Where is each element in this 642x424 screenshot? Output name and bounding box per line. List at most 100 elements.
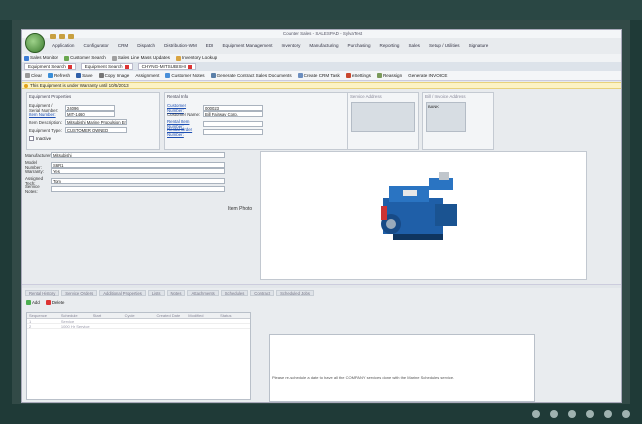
dropdown-quick-icon[interactable]: [68, 34, 74, 39]
bill-address-title: Bill / Invoice Address: [425, 94, 466, 99]
customer-notes-label: Customer Notes: [171, 72, 205, 78]
tab-equipment-detail[interactable]: CHYNG-MITSUBISHI: [137, 63, 197, 70]
reassign-button[interactable]: Reassign: [376, 72, 403, 79]
bill-address-box[interactable]: BANK: [426, 102, 466, 132]
equipment-type-select[interactable]: CUSTOMER OWNED: [65, 127, 127, 133]
generate-invoice-label: Generate INVOICE: [408, 73, 448, 78]
sales-monitor-link[interactable]: Sales Monitor: [24, 55, 58, 61]
clear-button[interactable]: Clear: [25, 72, 42, 79]
app-menu-orb-icon[interactable]: [25, 33, 45, 53]
menu-application[interactable]: Application: [52, 43, 74, 48]
item-photo-frame[interactable]: [260, 151, 587, 280]
warranty-field[interactable]: Yes: [51, 168, 225, 174]
tab-additional-properties[interactable]: Additional Properties: [99, 290, 146, 296]
tab-label: Equipment Search: [84, 63, 123, 69]
menu-sales[interactable]: Sales: [408, 43, 420, 48]
fit-icon[interactable]: [568, 410, 576, 418]
save-quick-icon[interactable]: [50, 34, 56, 39]
tab-equipment-search-2[interactable]: Equipment Search: [80, 63, 133, 70]
menu-distribution[interactable]: Distribution-WM: [164, 43, 197, 48]
inactive-label: Inactive: [36, 136, 52, 141]
customer-name-field[interactable]: Bill Fairway Corp.: [203, 111, 263, 117]
column-header[interactable]: Modified: [186, 313, 218, 318]
customer-search-link[interactable]: Customer Search: [64, 55, 106, 61]
menu-purchasing[interactable]: Purchasing: [348, 43, 371, 48]
item-number-field[interactable]: MIT-1460: [65, 111, 115, 117]
add-button[interactable]: Add: [26, 300, 40, 306]
tab-notes[interactable]: Notes: [166, 290, 186, 296]
settings-icon[interactable]: [622, 410, 630, 418]
inactive-checkbox[interactable]: [29, 136, 34, 141]
menu-dispatch[interactable]: Dispatch: [137, 43, 155, 48]
manufacturer-row: Manufacturer: Mitsubishi: [25, 152, 225, 158]
tab-attachments[interactable]: Attachments: [187, 290, 219, 296]
service-notes-field[interactable]: [51, 186, 225, 192]
column-header[interactable]: Start: [91, 313, 123, 318]
delete-button[interactable]: Delete: [45, 300, 65, 306]
menu-configurator[interactable]: Configurator: [83, 43, 108, 48]
rental-order-field[interactable]: [203, 129, 263, 135]
delete-label: Delete: [51, 300, 65, 305]
next-icon[interactable]: [550, 410, 558, 418]
item-number-link[interactable]: Item Number:: [29, 112, 63, 117]
inventory-lookup-link[interactable]: Inventory Lookup: [175, 55, 217, 61]
rental-order-link[interactable]: Rental Order Number:: [167, 127, 201, 137]
menu-manufacturing[interactable]: Manufacturing: [309, 43, 338, 48]
tab-contract[interactable]: Contract: [250, 290, 275, 296]
menu-crm[interactable]: CRM: [118, 43, 128, 48]
generate-invoice-button[interactable]: Generate INVOICE: [408, 73, 447, 78]
quick-links-bar: Sales Monitor Customer Search Sales Line…: [22, 54, 621, 62]
table-cell: 2: [29, 324, 32, 329]
contract-docs-button[interactable]: Generate Contract Sales Documents: [210, 73, 292, 79]
menu-edi[interactable]: EDI: [206, 43, 214, 48]
column-header[interactable]: Status: [218, 313, 250, 318]
menu-inventory[interactable]: Inventory: [282, 43, 301, 48]
tab-equipment-search-1[interactable]: Equipment Search: [24, 63, 76, 70]
menu-signature[interactable]: Signature: [469, 43, 489, 48]
service-notes-label: Service Notes:: [25, 184, 40, 194]
table-cell: [123, 319, 155, 323]
document-icon: [210, 73, 216, 79]
zoom-in-icon[interactable]: [604, 410, 612, 418]
item-description-field[interactable]: Mitsubishi Marine Propulsion Engine: [65, 119, 127, 125]
refresh-button[interactable]: Refresh: [47, 73, 70, 79]
manufacturer-field[interactable]: Mitsubishi: [51, 152, 225, 158]
close-icon[interactable]: [124, 64, 129, 69]
monitor-icon: [24, 55, 29, 61]
column-header[interactable]: Schedule: [59, 313, 91, 318]
tab-schedules[interactable]: Schedules: [220, 290, 249, 296]
menu-reporting[interactable]: Reporting: [380, 43, 400, 48]
undo-quick-icon[interactable]: [59, 34, 65, 39]
close-icon[interactable]: [67, 64, 72, 69]
column-header[interactable]: Cycle: [123, 313, 155, 318]
previous-icon[interactable]: [532, 410, 540, 418]
customer-name-row: Customer Name: Bill Fairway Corp.: [167, 111, 263, 117]
assignment-button[interactable]: Assignment: [135, 73, 159, 78]
mass-updates-link[interactable]: Sales Line Mass Updates: [111, 55, 170, 61]
table-cell: [186, 319, 218, 323]
column-header[interactable]: Created Date: [154, 313, 186, 318]
inventory-icon: [175, 55, 181, 61]
customer-notes-button[interactable]: Customer Notes: [165, 72, 205, 79]
table-row[interactable]: 2 1000 Hr Service: [27, 324, 250, 329]
tab-scheduled-jobs[interactable]: Scheduled Jobs: [276, 290, 314, 296]
copy-image-button[interactable]: Copy Image: [98, 73, 129, 79]
reassign-label: Reassign: [382, 72, 403, 78]
menu-setup[interactable]: Setup / Utilities: [429, 43, 460, 48]
tab-lists[interactable]: Lists: [147, 290, 165, 296]
crm-task-button[interactable]: Create CRM Task: [297, 73, 340, 79]
column-header[interactable]: Sequence: [27, 313, 59, 318]
save-button[interactable]: Save: [76, 73, 93, 79]
task-icon: [297, 73, 303, 79]
item-description-row: Item Description: Mitsubishi Marine Prop…: [29, 119, 127, 125]
service-address-box[interactable]: [351, 102, 415, 132]
close-icon[interactable]: [188, 64, 193, 69]
tab-service-orders[interactable]: Service Orders: [61, 290, 98, 296]
tab-rental-history[interactable]: Rental History: [25, 290, 60, 296]
menu-equipment[interactable]: Equipment Management: [222, 43, 272, 48]
esettings-button[interactable]: eSettings: [345, 73, 371, 79]
schedule-notes-box[interactable]: Please re-schedule a date to have all th…: [269, 334, 535, 402]
zoom-out-icon[interactable]: [586, 410, 594, 418]
clear-label: Clear: [31, 72, 42, 78]
table-cell: [91, 324, 123, 328]
